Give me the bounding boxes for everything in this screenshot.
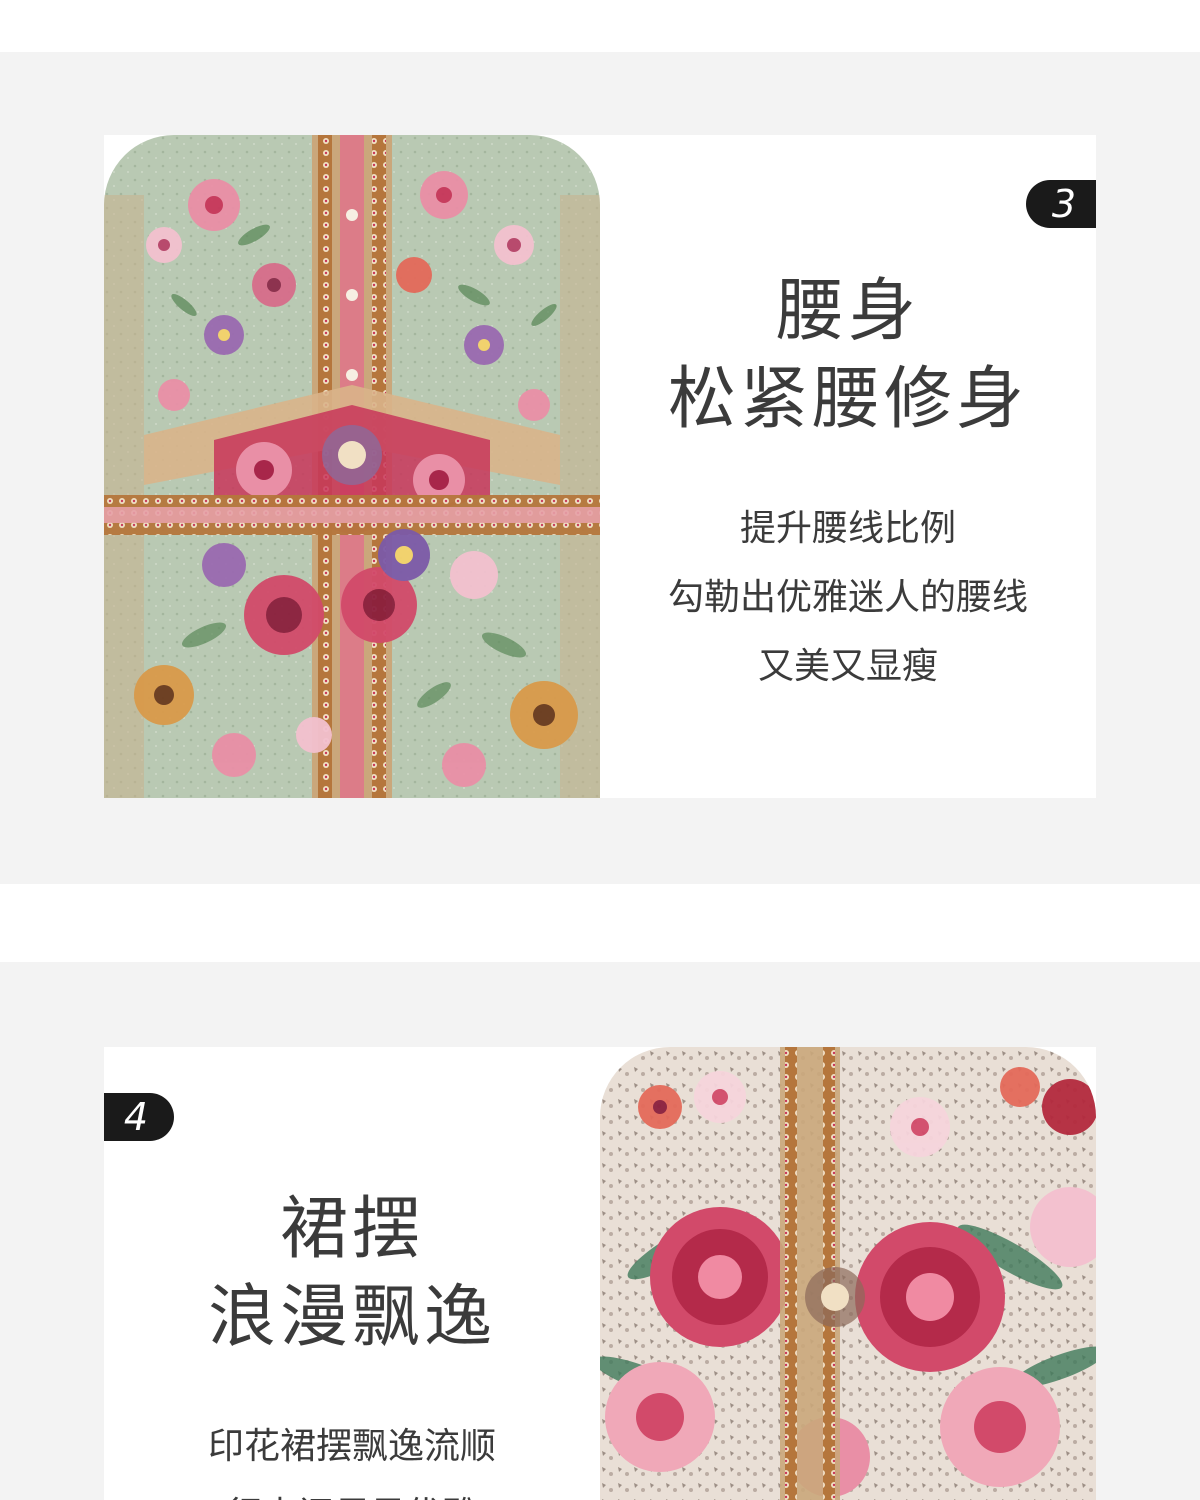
description-line: 提升腰线比例 [739, 508, 956, 549]
section-number-badge: 3 [1026, 180, 1096, 228]
description-line: 又美又显瘦 [757, 646, 938, 687]
feature-title: 裙摆 [279, 1190, 424, 1269]
description-line: 印花裙摆飘逸流顺 [207, 1426, 496, 1467]
feature-subtitle: 浪漫飘逸 [207, 1278, 496, 1357]
feature-copy-waist: 腰身 松紧腰修身 提升腰线比例 勾勒出优雅迷人的腰线 又美又显瘦 [600, 268, 1096, 701]
description-line: 勾勒出优雅迷人的腰线 [667, 577, 1028, 618]
section-number-badge: 4 [104, 1093, 174, 1141]
feature-copy-hem: 裙摆 浪漫飘逸 印花裙摆飘逸流顺 行走间尽显优雅 [104, 1186, 600, 1500]
feature-title: 腰身 [775, 272, 920, 351]
floral-dress-hem-photo [600, 1047, 1096, 1500]
description-line: 行走间尽显优雅 [104, 1481, 600, 1500]
floral-dress-waist-photo [104, 135, 600, 798]
feature-description: 提升腰线比例 勾勒出优雅迷人的腰线 又美又显瘦 [600, 494, 1096, 701]
feature-description: 印花裙摆飘逸流顺 行走间尽显优雅 [104, 1412, 600, 1500]
feature-subtitle: 松紧腰修身 [667, 360, 1028, 439]
